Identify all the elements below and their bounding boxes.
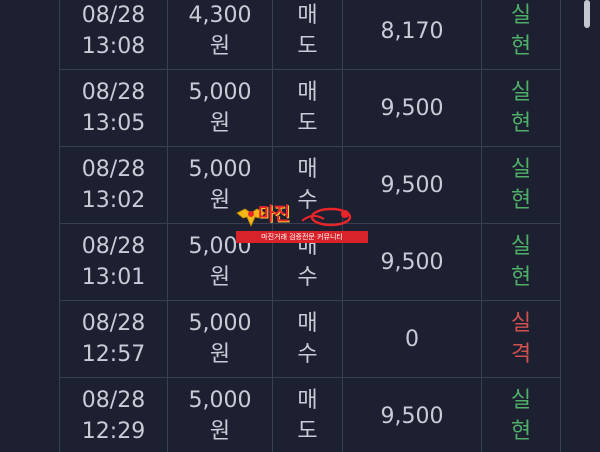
trade-side-cell: 매도 — [272, 0, 343, 70]
price-unit: 원 — [209, 265, 231, 290]
trade-time: 13:02 — [81, 188, 146, 213]
trade-side-char-1: 매 — [297, 80, 318, 105]
trade-result-cell: 실현 — [481, 0, 561, 70]
trade-result-char-2: 현 — [510, 34, 532, 59]
scrollbar-thumb[interactable] — [584, 0, 590, 28]
trade-result-char-2: 현 — [510, 188, 532, 213]
trade-side-char-2: 도 — [297, 111, 318, 136]
trade-result-cell: 실현 — [481, 146, 561, 224]
trade-side-char-1: 매 — [297, 388, 318, 413]
trade-amount: 8,170 — [342, 0, 482, 70]
price-unit: 원 — [209, 111, 231, 136]
trade-date: 08/28 — [81, 388, 146, 413]
trade-result-cell: 실현 — [481, 377, 561, 452]
trade-result-cell: 실현 — [481, 223, 561, 301]
trade-side-char-1: 매 — [297, 157, 318, 182]
watermark-tagline: 마진거래 검증전문 커뮤니티 — [236, 231, 368, 243]
trade-amount: 9,500 — [342, 377, 482, 452]
trade-result-char-1: 실 — [510, 311, 532, 336]
trade-result-cell: 실현 — [481, 69, 561, 147]
table-row: 08/28 12:29 5,000 원 매도 9,500 실현 — [59, 377, 561, 452]
trade-price-cell: 5,000 원 — [167, 377, 273, 452]
trade-result-char-1: 실 — [510, 80, 532, 105]
trade-time: 13:08 — [81, 34, 146, 59]
trade-side-char-2: 도 — [297, 34, 318, 59]
trade-result-char-1: 실 — [510, 157, 532, 182]
brand-mark-icon — [301, 207, 352, 227]
trade-time-cell: 08/28 13:02 — [59, 146, 168, 224]
trade-result-char-1: 실 — [510, 3, 532, 28]
trade-time-cell: 08/28 13:08 — [59, 0, 168, 70]
trade-result-char-2: 현 — [510, 419, 532, 444]
trade-price: 4,300 — [188, 3, 252, 28]
trade-time-cell: 08/28 13:01 — [59, 223, 168, 301]
trade-date: 08/28 — [81, 3, 146, 28]
table-row: 08/28 13:05 5,000 원 매도 9,500 실현 — [59, 69, 561, 147]
trade-date: 08/28 — [81, 80, 146, 105]
trade-date: 08/28 — [81, 234, 146, 259]
trade-time-cell: 08/28 12:29 — [59, 377, 168, 452]
trade-time-cell: 08/28 13:05 — [59, 69, 168, 147]
trade-side-char-2: 수 — [297, 265, 318, 290]
trade-price: 5,000 — [188, 157, 252, 182]
price-unit: 원 — [209, 419, 231, 444]
trade-side-cell: 매도 — [272, 377, 343, 452]
trade-side-cell: 매도 — [272, 69, 343, 147]
table-row: 08/28 12:57 5,000 원 매수 0 실격 — [59, 300, 561, 378]
watermark-logo: 마진 마진거래 검증전문 커뮤니티 — [236, 204, 368, 244]
trade-side-char-1: 매 — [297, 3, 318, 28]
trade-price-cell: 5,000 원 — [167, 69, 273, 147]
price-unit: 원 — [209, 342, 231, 367]
trade-side-char-2: 수 — [297, 342, 318, 367]
trade-result-char-2: 현 — [510, 265, 532, 290]
trade-result-char-1: 실 — [510, 234, 532, 259]
trade-price: 5,000 — [188, 388, 252, 413]
trade-result-cell: 실격 — [481, 300, 561, 378]
trade-side-char-2: 도 — [297, 419, 318, 444]
trade-date: 08/28 — [81, 311, 146, 336]
trade-date: 08/28 — [81, 157, 146, 182]
trade-amount: 9,500 — [342, 69, 482, 147]
trade-side-char-1: 매 — [297, 311, 318, 336]
trade-price: 5,000 — [188, 311, 252, 336]
trade-result-char-1: 실 — [510, 388, 532, 413]
trade-time: 13:05 — [81, 111, 146, 136]
watermark-brand: 마진 — [258, 204, 290, 225]
trade-time: 12:29 — [81, 419, 146, 444]
trade-time: 12:57 — [81, 342, 146, 367]
trade-time: 13:01 — [81, 265, 146, 290]
trade-amount: 0 — [342, 300, 482, 378]
table-row: 08/28 13:08 4,300 원 매도 8,170 실현 — [59, 0, 561, 70]
trade-result-char-2: 현 — [510, 111, 532, 136]
trade-side-cell: 매수 — [272, 300, 343, 378]
price-unit: 원 — [209, 34, 231, 59]
trade-result-char-2: 격 — [510, 342, 532, 367]
trade-price-cell: 5,000 원 — [167, 300, 273, 378]
trade-price: 5,000 — [188, 80, 252, 105]
trade-price-cell: 4,300 원 — [167, 0, 273, 70]
trade-time-cell: 08/28 12:57 — [59, 300, 168, 378]
